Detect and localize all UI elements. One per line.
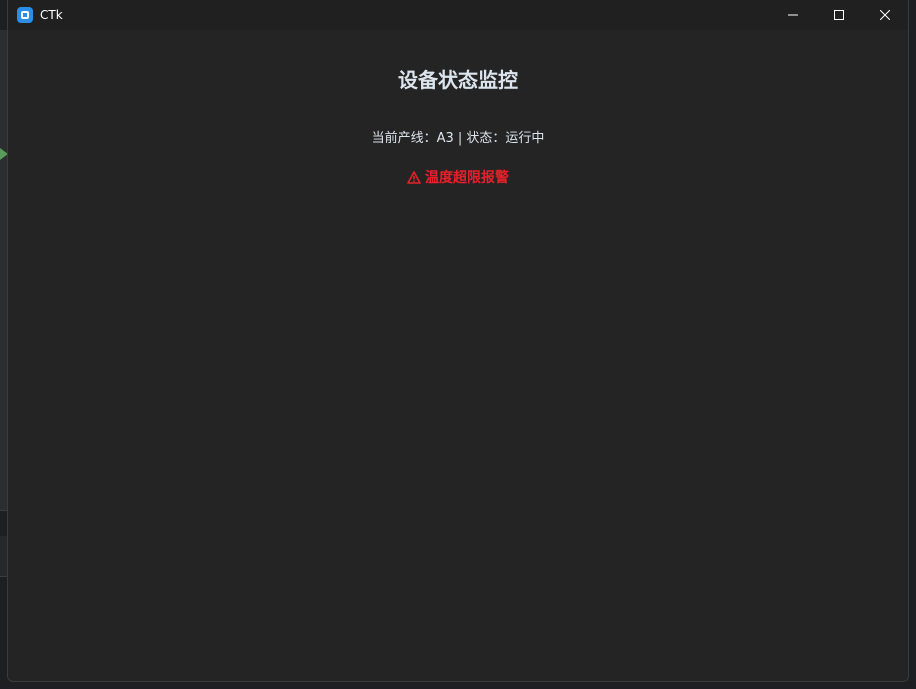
- warning-triangle-icon: [407, 171, 421, 184]
- window-title: CTk: [40, 8, 63, 22]
- close-icon: [880, 10, 890, 20]
- window-controls: [770, 0, 908, 30]
- maximize-icon: [834, 10, 844, 20]
- alarm-label: 温度超限报警: [8, 167, 908, 187]
- ctk-app-icon: [17, 7, 33, 23]
- alarm-text: 温度超限报警: [425, 170, 509, 186]
- maximize-button[interactable]: [816, 0, 862, 30]
- close-button[interactable]: [862, 0, 908, 30]
- production-status-label: 当前产线：A3 | 状态：运行中: [371, 131, 545, 146]
- minimize-icon: [788, 14, 798, 16]
- minimize-button[interactable]: [770, 0, 816, 30]
- page-title: 设备状态监控: [398, 68, 518, 92]
- app-window: CTk 设备状态监控 当前产线：A3 | 状态：运行中 温度超限报警: [7, 0, 909, 682]
- title-bar[interactable]: CTk: [8, 0, 908, 30]
